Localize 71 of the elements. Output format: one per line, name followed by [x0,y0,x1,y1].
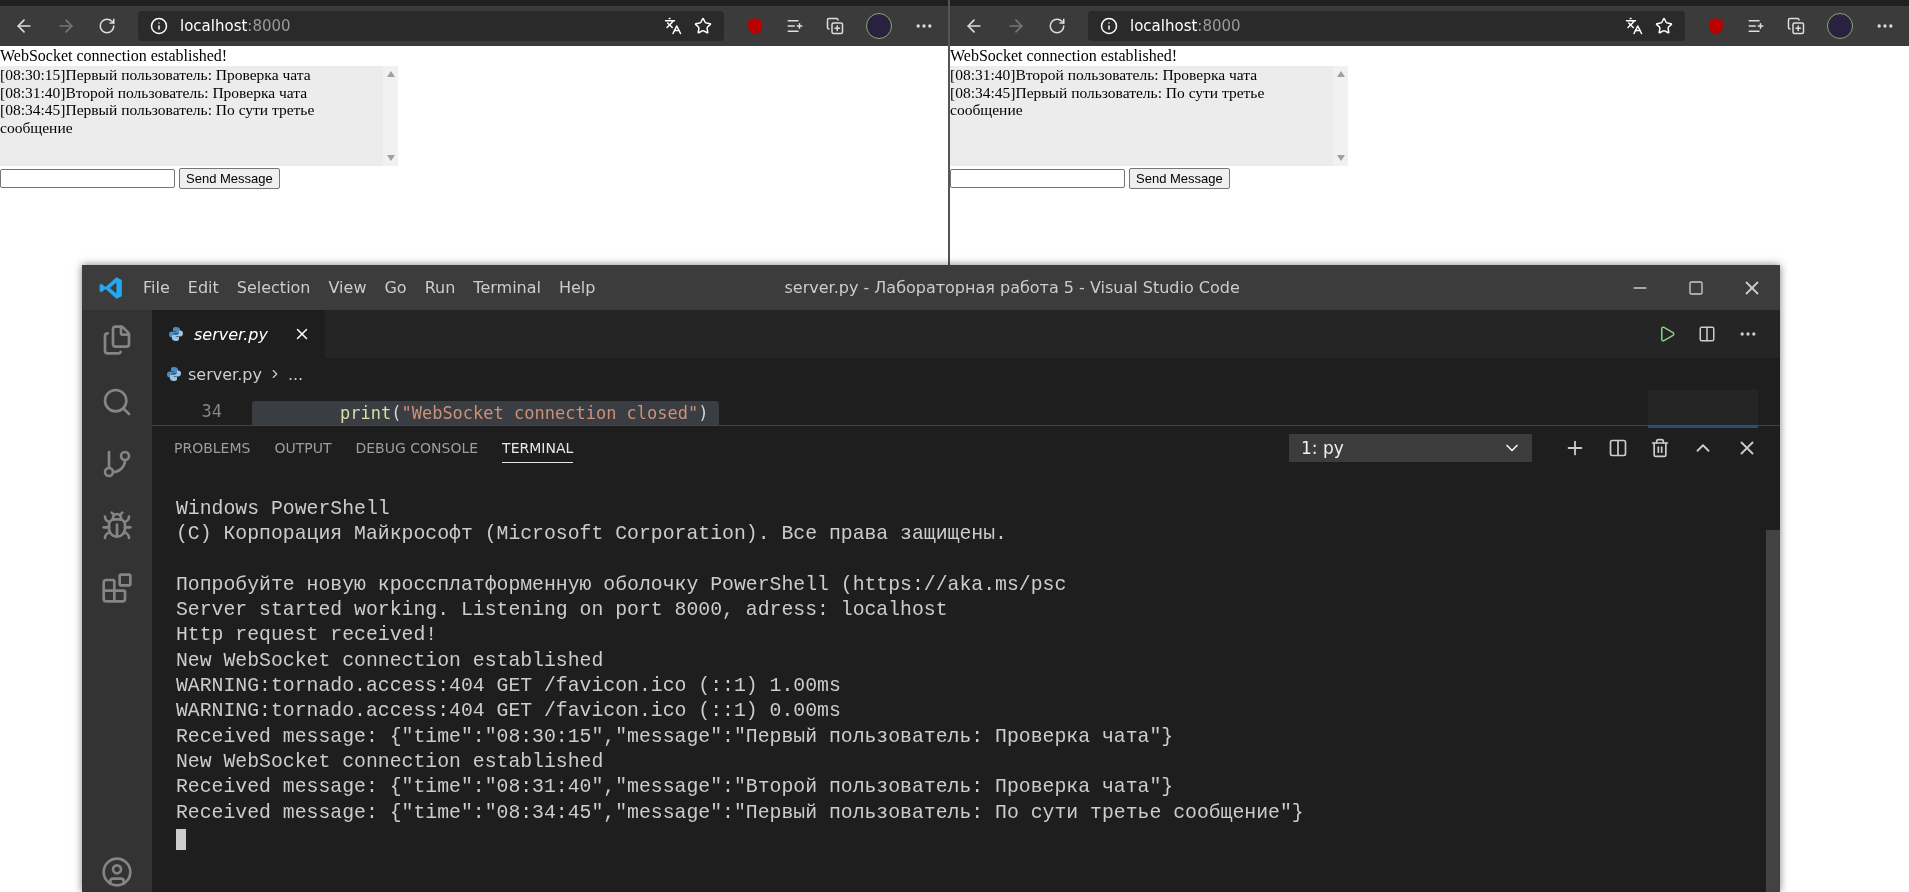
menu-item[interactable]: File [134,278,179,297]
maximize-icon[interactable] [1688,279,1704,296]
chat-message: [08:34:45]Первый пользователь: По сути третье сообщение [0,101,316,136]
panel-tab[interactable]: OUTPUT [274,433,332,463]
menu-item[interactable]: Go [375,278,416,297]
python-file-icon [166,366,182,382]
files-icon[interactable] [101,324,133,356]
star-icon[interactable] [1655,17,1673,35]
panel-tab[interactable]: DEBUG CONSOLE [355,433,479,463]
star-icon[interactable] [694,17,712,35]
menu-item[interactable]: Run [415,278,465,297]
address-bar[interactable]: localhost:8000 [1088,11,1685,41]
bug-icon[interactable] [101,510,133,542]
info-icon[interactable] [1100,17,1118,35]
menu-item[interactable]: Help [549,278,605,297]
search-icon[interactable] [101,386,133,418]
line-number: 34 [200,401,222,423]
terminal-line: Http request received! [176,623,439,649]
branch-icon[interactable] [101,448,133,480]
extensions-icon[interactable] [101,572,133,604]
editor-tab[interactable]: server.py [152,310,325,358]
terminal-line: Попробуйте новую кроссплатформенную оболочку PowerShell (https://aka.ms/psc [176,572,1068,598]
menu-item[interactable]: Terminal [464,278,550,297]
translate-icon[interactable] [1625,17,1643,35]
window-title: server.py - Лабораторная работа 5 - Visual Studio Code [784,278,1240,297]
send-message-button[interactable]: Send Message [1129,168,1230,189]
account-icon[interactable] [101,856,133,888]
chat-message: [08:34:45]Первый пользователь: По сути третье сообщение [950,83,1266,119]
scrollbar[interactable] [1766,530,1780,892]
translate-icon[interactable] [664,17,682,35]
terminal-line: Windows PowerShell [176,497,391,522]
connection-status: WebSocket connection established! [950,46,1179,66]
message-input[interactable] [0,169,175,188]
menu-item[interactable]: Edit [178,278,228,297]
terminal-line: Received message: {"time":"08:31:40","message":"Второй пользователь: Проверка чата"} [176,775,1175,801]
send-message-button[interactable]: Send Message [179,168,280,189]
profile-avatar[interactable] [866,13,892,39]
run-icon[interactable] [1658,325,1676,343]
breadcrumb-item[interactable]: ... [287,364,304,384]
chat-message: [08:30:15]Первый пользователь: Проверка чата [0,66,312,84]
address-text: localhost:8000 [1130,17,1241,35]
info-icon[interactable] [150,17,168,35]
vscode-logo-icon [98,274,124,301]
profile-avatar[interactable] [1827,13,1853,39]
terminal-line: Server started working. Listening on port 8000, adress: localhost [176,598,949,624]
terminal-select[interactable]: 1: py [1289,434,1532,462]
reload-icon[interactable] [98,17,116,35]
terminal-line: New WebSocket connection established [176,749,605,775]
terminal-line: Received message: {"time":"08:34:45","message":"Первый пользователь: По сути третье сообщение"} [176,800,1305,826]
menu-item[interactable]: View [319,278,376,297]
connection-status: WebSocket connection established! [0,46,229,66]
menu-item[interactable]: Selection [227,278,320,297]
panel-tab[interactable]: PROBLEMS [174,433,251,463]
split-editor-icon[interactable] [1698,325,1716,343]
terminal-line: New WebSocket connection established [176,648,605,674]
terminal-line: Received message: {"time":"08:30:15","message":"Первый пользователь: Проверка чата"} [176,724,1175,750]
terminal-cursor [176,829,186,851]
address-bar[interactable]: localhost:8000 [138,11,724,41]
chat-message: [08:31:40]Второй пользователь: Проверка чата [0,83,309,101]
python-file-icon [168,326,184,342]
chat-message: [08:31:40]Второй пользователь: Проверка чата [950,66,1259,84]
reload-icon[interactable] [1048,17,1066,35]
address-text: localhost:8000 [180,17,291,35]
terminal-line: (C) Корпорация Майкрософт (Microsoft Corporation). Все права защищены. [176,522,1008,548]
terminal-line: WARNING:tornado.access:404 GET /favicon.ico (::1) 1.00ms [176,674,842,700]
terminal-line: WARNING:tornado.access:404 GET /favicon.ico (::1) 0.00ms [176,699,842,725]
breadcrumb-item[interactable]: server.py [188,364,262,384]
trash-icon[interactable] [1650,438,1670,458]
message-input[interactable] [950,169,1125,188]
split-terminal-icon[interactable] [1608,438,1628,458]
panel-tab[interactable]: TERMINAL [502,433,574,463]
